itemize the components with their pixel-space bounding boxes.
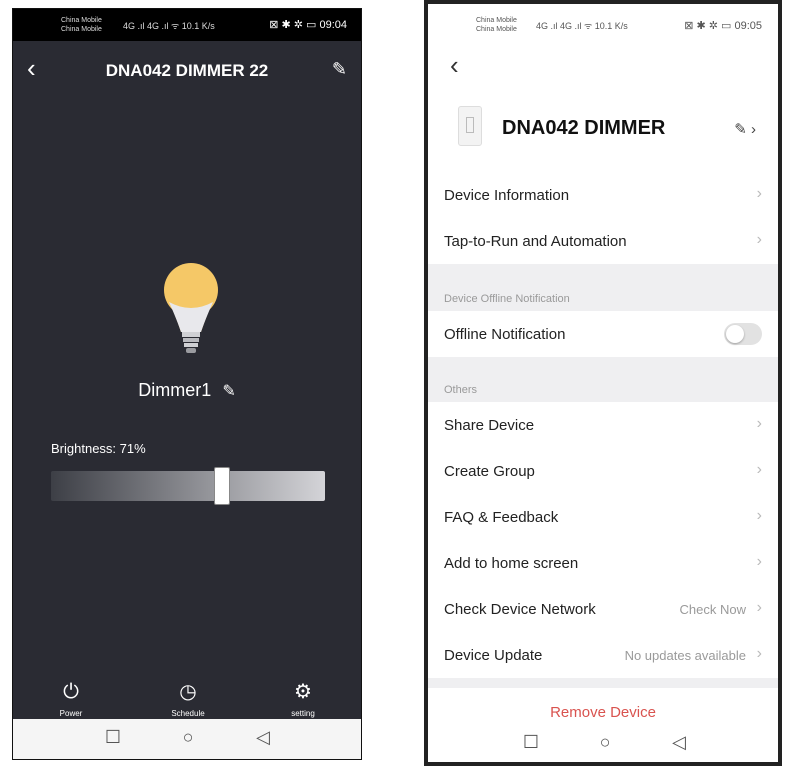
home-icon[interactable]: ○ (590, 732, 620, 753)
remove-device-button[interactable]: Remove Device (428, 704, 778, 721)
slider-thumb[interactable] (214, 467, 230, 505)
setting-button[interactable]: ⚙ setting (273, 681, 333, 718)
toggle-knob (726, 325, 744, 343)
switch-icon (466, 117, 474, 133)
row-label: Add to home screen (444, 555, 579, 572)
row-device-information[interactable]: Device Information › (428, 172, 778, 218)
power-label: Power (59, 709, 83, 718)
recents-icon[interactable]: ☐ (516, 732, 546, 753)
chevron-right-icon: › (756, 507, 762, 524)
row-tap-to-run[interactable]: Tap-to-Run and Automation › (428, 218, 778, 264)
device-name: DNA042 DIMMER (502, 117, 666, 139)
row-label: Tap-to-Run and Automation (444, 233, 627, 250)
carrier-info: China Mobile China Mobile (476, 16, 517, 34)
row-device-update[interactable]: Device Update No updates available › (428, 632, 778, 678)
back-nav-icon[interactable]: ◁ (248, 727, 278, 748)
row-label: Device Update (444, 647, 543, 664)
chevron-right-icon: › (756, 599, 762, 616)
row-check-network[interactable]: Check Device Network Check Now › (428, 586, 778, 632)
dimmer-control-screen: China Mobile China Mobile 4G .ıl 4G .ıl … (12, 8, 362, 760)
edit-icon[interactable]: ✎ (332, 59, 347, 80)
edit-device-icon[interactable]: ✎ › (734, 120, 756, 138)
gear-icon: ⚙ (294, 681, 312, 703)
section-others-header: Others (444, 384, 478, 396)
recents-icon[interactable]: ☐ (98, 727, 128, 748)
row-faq-feedback[interactable]: FAQ & Feedback › (428, 494, 778, 540)
edit-name-icon[interactable]: ✎ (222, 383, 235, 400)
carrier-2: China Mobile (476, 26, 517, 33)
dimmer-name-row[interactable]: Dimmer1 ✎ (13, 380, 361, 401)
row-label: Device Information (444, 187, 570, 204)
row-share-device[interactable]: Share Device › (428, 402, 778, 448)
power-icon: ⏻ (63, 681, 79, 703)
power-button[interactable]: ⏻ Power (41, 681, 101, 718)
back-icon[interactable]: ‹ (450, 50, 459, 81)
row-value: No updates available (624, 648, 746, 663)
status-right: ⊠ ✱ ✲ ▭ 09:04 (269, 19, 347, 31)
row-value: Check Now (679, 602, 746, 617)
chevron-right-icon: › (756, 553, 762, 570)
carrier-info: China Mobile China Mobile (61, 16, 102, 34)
row-label: Check Device Network (444, 601, 596, 618)
row-offline-notification: Offline Notification (428, 311, 778, 357)
row-add-to-home[interactable]: Add to home screen › (428, 540, 778, 586)
brightness-slider[interactable] (51, 467, 325, 505)
brightness-label: Brightness: 71% (51, 441, 146, 456)
home-icon[interactable]: ○ (173, 727, 203, 748)
page-title: DNA042 DIMMER 22 (105, 61, 269, 80)
row-label: Create Group (444, 463, 535, 480)
back-nav-icon[interactable]: ◁ (664, 732, 694, 753)
chevron-right-icon: › (756, 415, 762, 432)
row-label: Offline Notification (444, 326, 566, 343)
system-nav-bar: ☐ ○ ◁ (13, 719, 361, 759)
clock-icon: ◷ (179, 681, 197, 703)
system-nav-bar: ☐ ○ ◁ (428, 724, 778, 762)
carrier-1: China Mobile (61, 17, 102, 24)
row-label: FAQ & Feedback (444, 509, 559, 526)
bottom-actions: ⏻ Power ◷ Schedule ⚙ setting (13, 681, 361, 721)
chevron-right-icon: › (756, 645, 762, 662)
dimmer-name: Dimmer1 (138, 380, 212, 400)
schedule-label: Schedule (171, 709, 205, 718)
chevron-right-icon: › (756, 231, 762, 248)
signal-indicators: 4G .ıl 4G .ıl ᯤ 10.1 K/s (536, 21, 628, 31)
status-bar: China Mobile China Mobile 4G .ıl 4G .ıl … (13, 9, 361, 41)
chevron-right-icon: › (756, 461, 762, 478)
chevron-right-icon: › (756, 185, 762, 202)
device-icon (458, 106, 482, 146)
status-bar: China Mobile China Mobile 4G .ıl 4G .ıl … (428, 4, 778, 44)
row-label: Share Device (444, 417, 535, 434)
setting-label: setting (291, 709, 315, 718)
section-offline-header: Device Offline Notification (444, 293, 570, 305)
offline-toggle[interactable] (724, 323, 762, 345)
row-create-group[interactable]: Create Group › (428, 448, 778, 494)
carrier-2: China Mobile (61, 26, 102, 33)
device-settings-screen: China Mobile China Mobile 4G .ıl 4G .ıl … (424, 0, 782, 766)
bulb-icon (164, 263, 218, 353)
status-right: ⊠ ✱ ✲ ▭ 09:05 (684, 20, 762, 32)
schedule-button[interactable]: ◷ Schedule (158, 681, 218, 718)
carrier-1: China Mobile (476, 17, 517, 24)
signal-indicators: 4G .ıl 4G .ıl ᯤ 10.1 K/s (123, 21, 215, 31)
